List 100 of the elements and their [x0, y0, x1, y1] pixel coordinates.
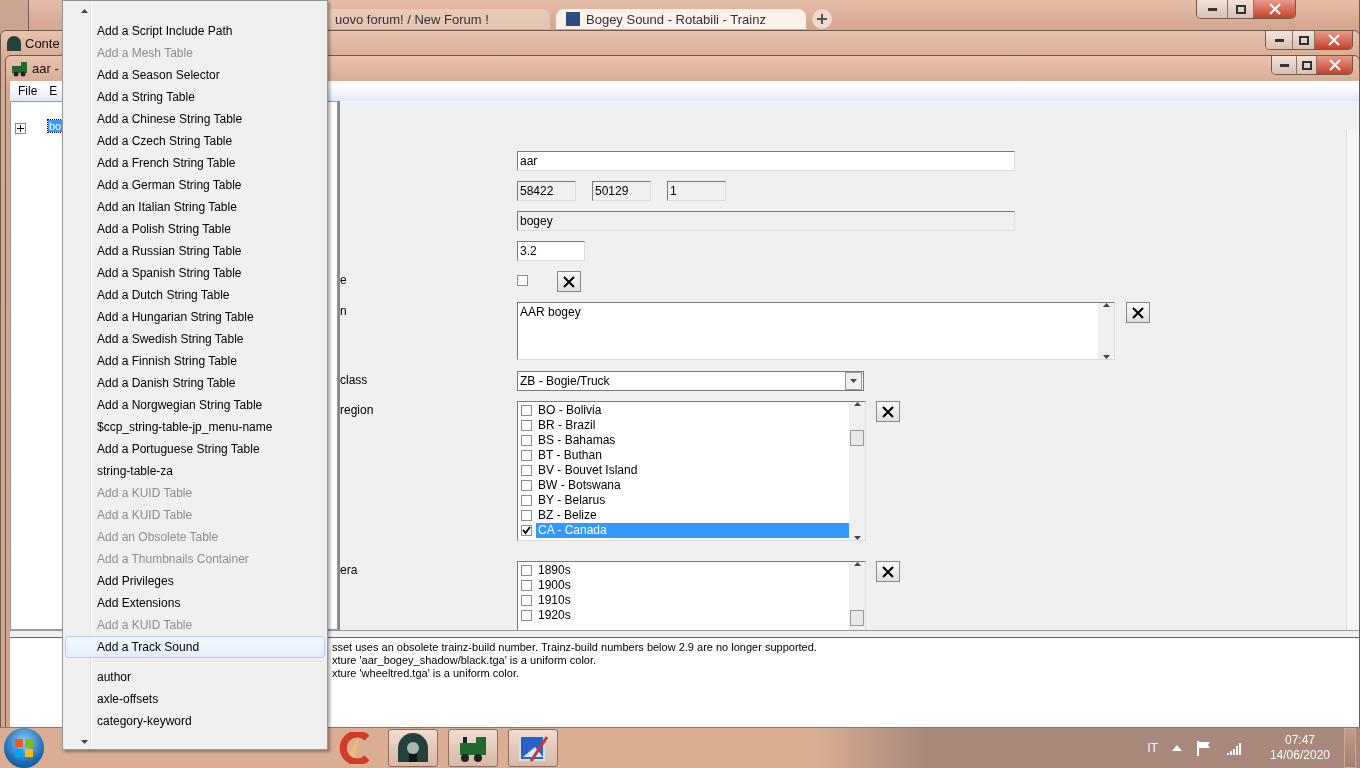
menu-item[interactable]: Add Privileges: [65, 570, 325, 592]
clear-button[interactable]: [557, 271, 581, 292]
scroll-down-icon[interactable]: [850, 379, 857, 383]
scroll-up-icon[interactable]: [1102, 303, 1110, 307]
checklist[interactable]: BO - Bolivia BR - Brazil BS - Bahamas BT - Buthan BV - Bouvet Island BW - Botswana BY - Belarus BZ - Belize CA - Canada: [517, 401, 866, 541]
menu-item[interactable]: Add a Track Sound: [65, 636, 325, 658]
checkbox[interactable]: [521, 580, 532, 591]
list-item[interactable]: BW - Botswana: [536, 478, 849, 493]
menu-item[interactable]: Add a Spanish String Table: [65, 262, 325, 284]
checkbox[interactable]: [521, 565, 532, 576]
menu-item[interactable]: Add a Russian String Table: [65, 240, 325, 262]
scrollbar[interactable]: [1346, 129, 1359, 630]
menu-item[interactable]: Add a Season Selector: [65, 64, 325, 86]
menu-item[interactable]: Add a Hungarian String Table: [65, 306, 325, 328]
close-button[interactable]: [1314, 31, 1352, 49]
checkbox[interactable]: [521, 525, 532, 536]
menu-item[interactable]: Add a Portuguese String Table: [65, 438, 325, 460]
menu-item[interactable]: Add a Danish String Table: [65, 372, 325, 394]
menu-item[interactable]: $ccp_string-table-jp_menu-name: [65, 416, 325, 438]
menu-item[interactable]: Add a Norgwegian String Table: [65, 394, 325, 416]
kuid-field[interactable]: 1: [667, 181, 726, 201]
list-item[interactable]: BS - Bahamas: [536, 433, 849, 448]
close-button[interactable]: [1316, 56, 1352, 74]
menu-item[interactable]: Add a Chinese String Table: [65, 108, 325, 130]
expand-icon[interactable]: [15, 123, 26, 134]
menu-item[interactable]: File: [18, 83, 38, 99]
checkbox[interactable]: [521, 405, 532, 416]
scroll-up-icon[interactable]: [81, 8, 88, 13]
scrollbar-thumb[interactable]: [850, 430, 864, 446]
scroll-up-icon[interactable]: [853, 402, 861, 406]
list-item[interactable]: 1920s: [536, 608, 849, 623]
list-item[interactable]: 1900s: [536, 578, 849, 593]
menu-item[interactable]: Add a Finnish String Table: [65, 350, 325, 372]
field-label: region: [340, 402, 375, 419]
list-item[interactable]: BR - Brazil: [536, 418, 849, 433]
class-dropdown[interactable]: ZB - Bogie/Truck: [517, 371, 864, 391]
close-button[interactable]: [1253, 0, 1295, 18]
checkbox[interactable]: [521, 480, 532, 491]
scrollbar-thumb[interactable]: [850, 610, 864, 626]
clear-button[interactable]: [876, 561, 900, 582]
menu-item[interactable]: category-keyword: [65, 710, 325, 732]
menu-item[interactable]: Add a Script Include Path: [65, 20, 325, 42]
checkbox[interactable]: [521, 450, 532, 461]
menu-item[interactable]: Add a Dutch String Table: [65, 284, 325, 306]
menu-item[interactable]: Add Extensions: [65, 592, 325, 614]
menu-item[interactable]: E: [49, 83, 58, 99]
list-item[interactable]: 1890s: [536, 563, 849, 578]
list-item[interactable]: 1910s: [536, 593, 849, 608]
menu-item[interactable]: string-table-za: [65, 460, 325, 482]
maximize-button[interactable]: [1227, 0, 1253, 18]
list-item[interactable]: BT - Buthan: [536, 448, 849, 463]
new-tab-button[interactable]: [812, 9, 832, 29]
browser-tab[interactable]: uovo forum! / New Forum !: [325, 9, 550, 29]
menu-item[interactable]: axle-offsets: [65, 688, 325, 710]
list-item[interactable]: BY - Belarus: [536, 493, 849, 508]
minimize-button[interactable]: [1272, 56, 1296, 74]
list-item[interactable]: BO - Bolivia: [536, 403, 849, 418]
list-item[interactable]: BV - Bouvet Island: [536, 463, 849, 478]
kuid-field[interactable]: 50129: [592, 181, 651, 201]
menu-item[interactable]: Add a German String Table: [65, 174, 325, 196]
kuid-field[interactable]: 58422: [517, 181, 576, 201]
checkbox[interactable]: [521, 420, 532, 431]
minimize-button[interactable]: [1197, 0, 1227, 18]
taskbar-app[interactable]: [388, 729, 438, 767]
minimize-icon: [1279, 63, 1289, 67]
menu-item[interactable]: author: [65, 666, 325, 688]
scroll-up-icon[interactable]: [853, 562, 861, 566]
name-field[interactable]: aar: [517, 151, 1015, 171]
checkbox[interactable]: [521, 595, 532, 606]
checkbox[interactable]: [521, 435, 532, 446]
scroll-down-icon[interactable]: [81, 740, 88, 744]
checklist[interactable]: 1890s 1900s 1910s 1920s: [517, 561, 866, 630]
scroll-down-icon[interactable]: [1102, 355, 1110, 359]
maximize-button[interactable]: [1292, 31, 1314, 49]
checkbox[interactable]: [521, 610, 532, 621]
taskbar-app[interactable]: [448, 729, 498, 767]
description-field[interactable]: AAR bogey: [517, 302, 1115, 360]
browser-tab[interactable]: Bogey Sound - Rotabili - Trainz: [556, 9, 806, 29]
menu-item[interactable]: Add a Polish String Table: [65, 218, 325, 240]
clear-button[interactable]: [876, 401, 900, 422]
chevron-up-icon[interactable]: [1171, 745, 1182, 751]
checkbox[interactable]: [517, 275, 528, 286]
menu-item[interactable]: Add an Italian String Table: [65, 196, 325, 218]
flag-icon[interactable]: [1195, 740, 1212, 756]
clear-button[interactable]: [1126, 302, 1150, 323]
menu-item[interactable]: Add a Czech String Table: [65, 130, 325, 152]
menu-item[interactable]: Add a French String Table: [65, 152, 325, 174]
menu-item[interactable]: Add a Swedish String Table: [65, 328, 325, 350]
list-item[interactable]: BZ - Belize: [536, 508, 849, 523]
menu-item[interactable]: Add a String Table: [65, 86, 325, 108]
checkbox[interactable]: [521, 495, 532, 506]
version-field[interactable]: 3.2: [517, 241, 585, 261]
maximize-button[interactable]: [1296, 56, 1316, 74]
checkbox[interactable]: [521, 465, 532, 476]
minimize-button[interactable]: [1266, 31, 1292, 49]
kind-field[interactable]: bogey: [517, 211, 1015, 231]
scroll-down-icon[interactable]: [853, 536, 861, 540]
signal-icon[interactable]: [1225, 741, 1242, 755]
checkbox[interactable]: [521, 510, 532, 521]
start-button[interactable]: [4, 728, 44, 768]
